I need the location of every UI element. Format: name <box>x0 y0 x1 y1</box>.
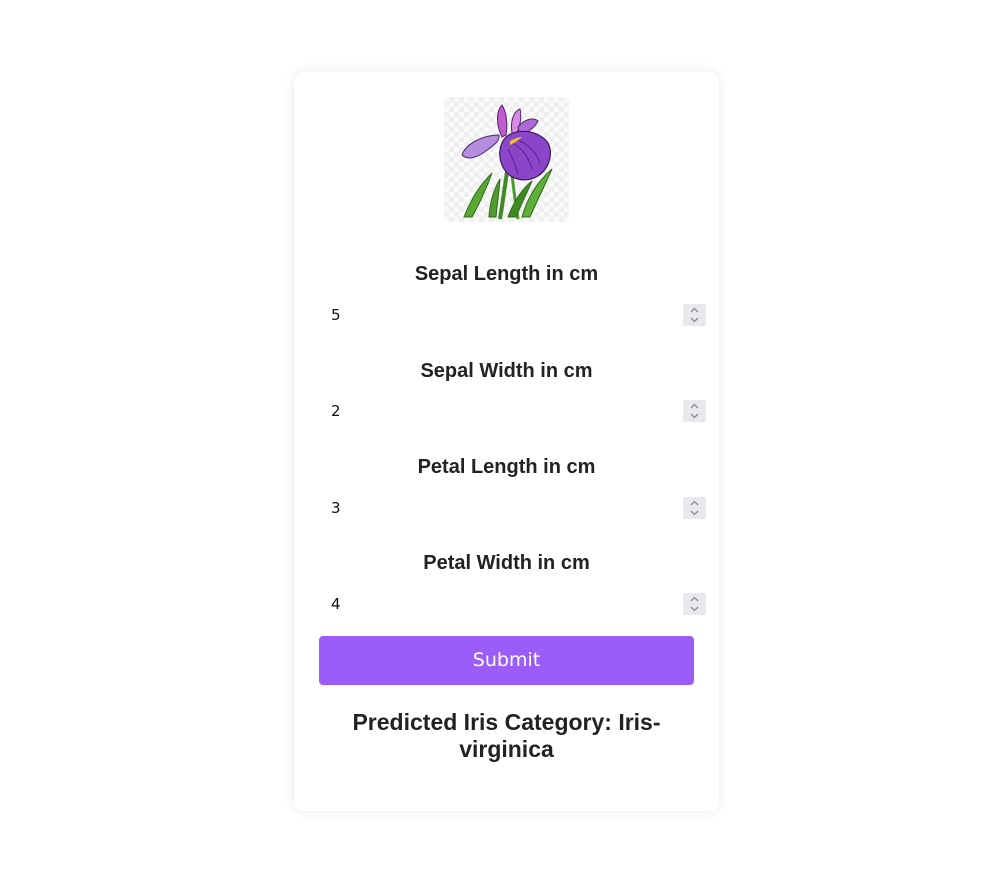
spinner-chevrons-icon <box>690 596 699 612</box>
spinner-chevrons-icon <box>690 500 699 516</box>
prediction-result: Predicted Iris Category: Iris-virginica <box>352 709 661 762</box>
petal-width-input[interactable]: 4 <box>319 587 706 621</box>
spinner-chevrons-icon <box>690 307 699 323</box>
sepal-length-value: 5 <box>331 306 341 324</box>
petal-length-label: Petal Length in cm <box>417 456 596 478</box>
petal-length-input[interactable]: 3 <box>319 491 706 525</box>
sepal-length-label: Sepal Length in cm <box>414 263 599 285</box>
sepal-width-label: Sepal Width in cm <box>420 360 593 382</box>
submit-button[interactable]: Submit <box>319 636 694 685</box>
prediction-card: Sepal Length in cm 5 Sepal Width in cm 2… <box>294 72 719 811</box>
petal-width-label: Petal Width in cm <box>423 552 590 574</box>
petal-length-value: 3 <box>331 499 341 517</box>
sepal-width-input[interactable]: 2 <box>319 394 706 428</box>
sepal-length-spinner[interactable] <box>683 304 706 326</box>
sepal-width-value: 2 <box>331 402 341 420</box>
sepal-length-input[interactable]: 5 <box>319 298 706 332</box>
spinner-chevrons-icon <box>690 403 699 419</box>
sepal-width-spinner[interactable] <box>683 400 706 422</box>
petal-width-spinner[interactable] <box>683 593 706 615</box>
petal-width-value: 4 <box>331 595 341 613</box>
petal-length-spinner[interactable] <box>683 497 706 519</box>
iris-flower-image <box>444 97 569 222</box>
